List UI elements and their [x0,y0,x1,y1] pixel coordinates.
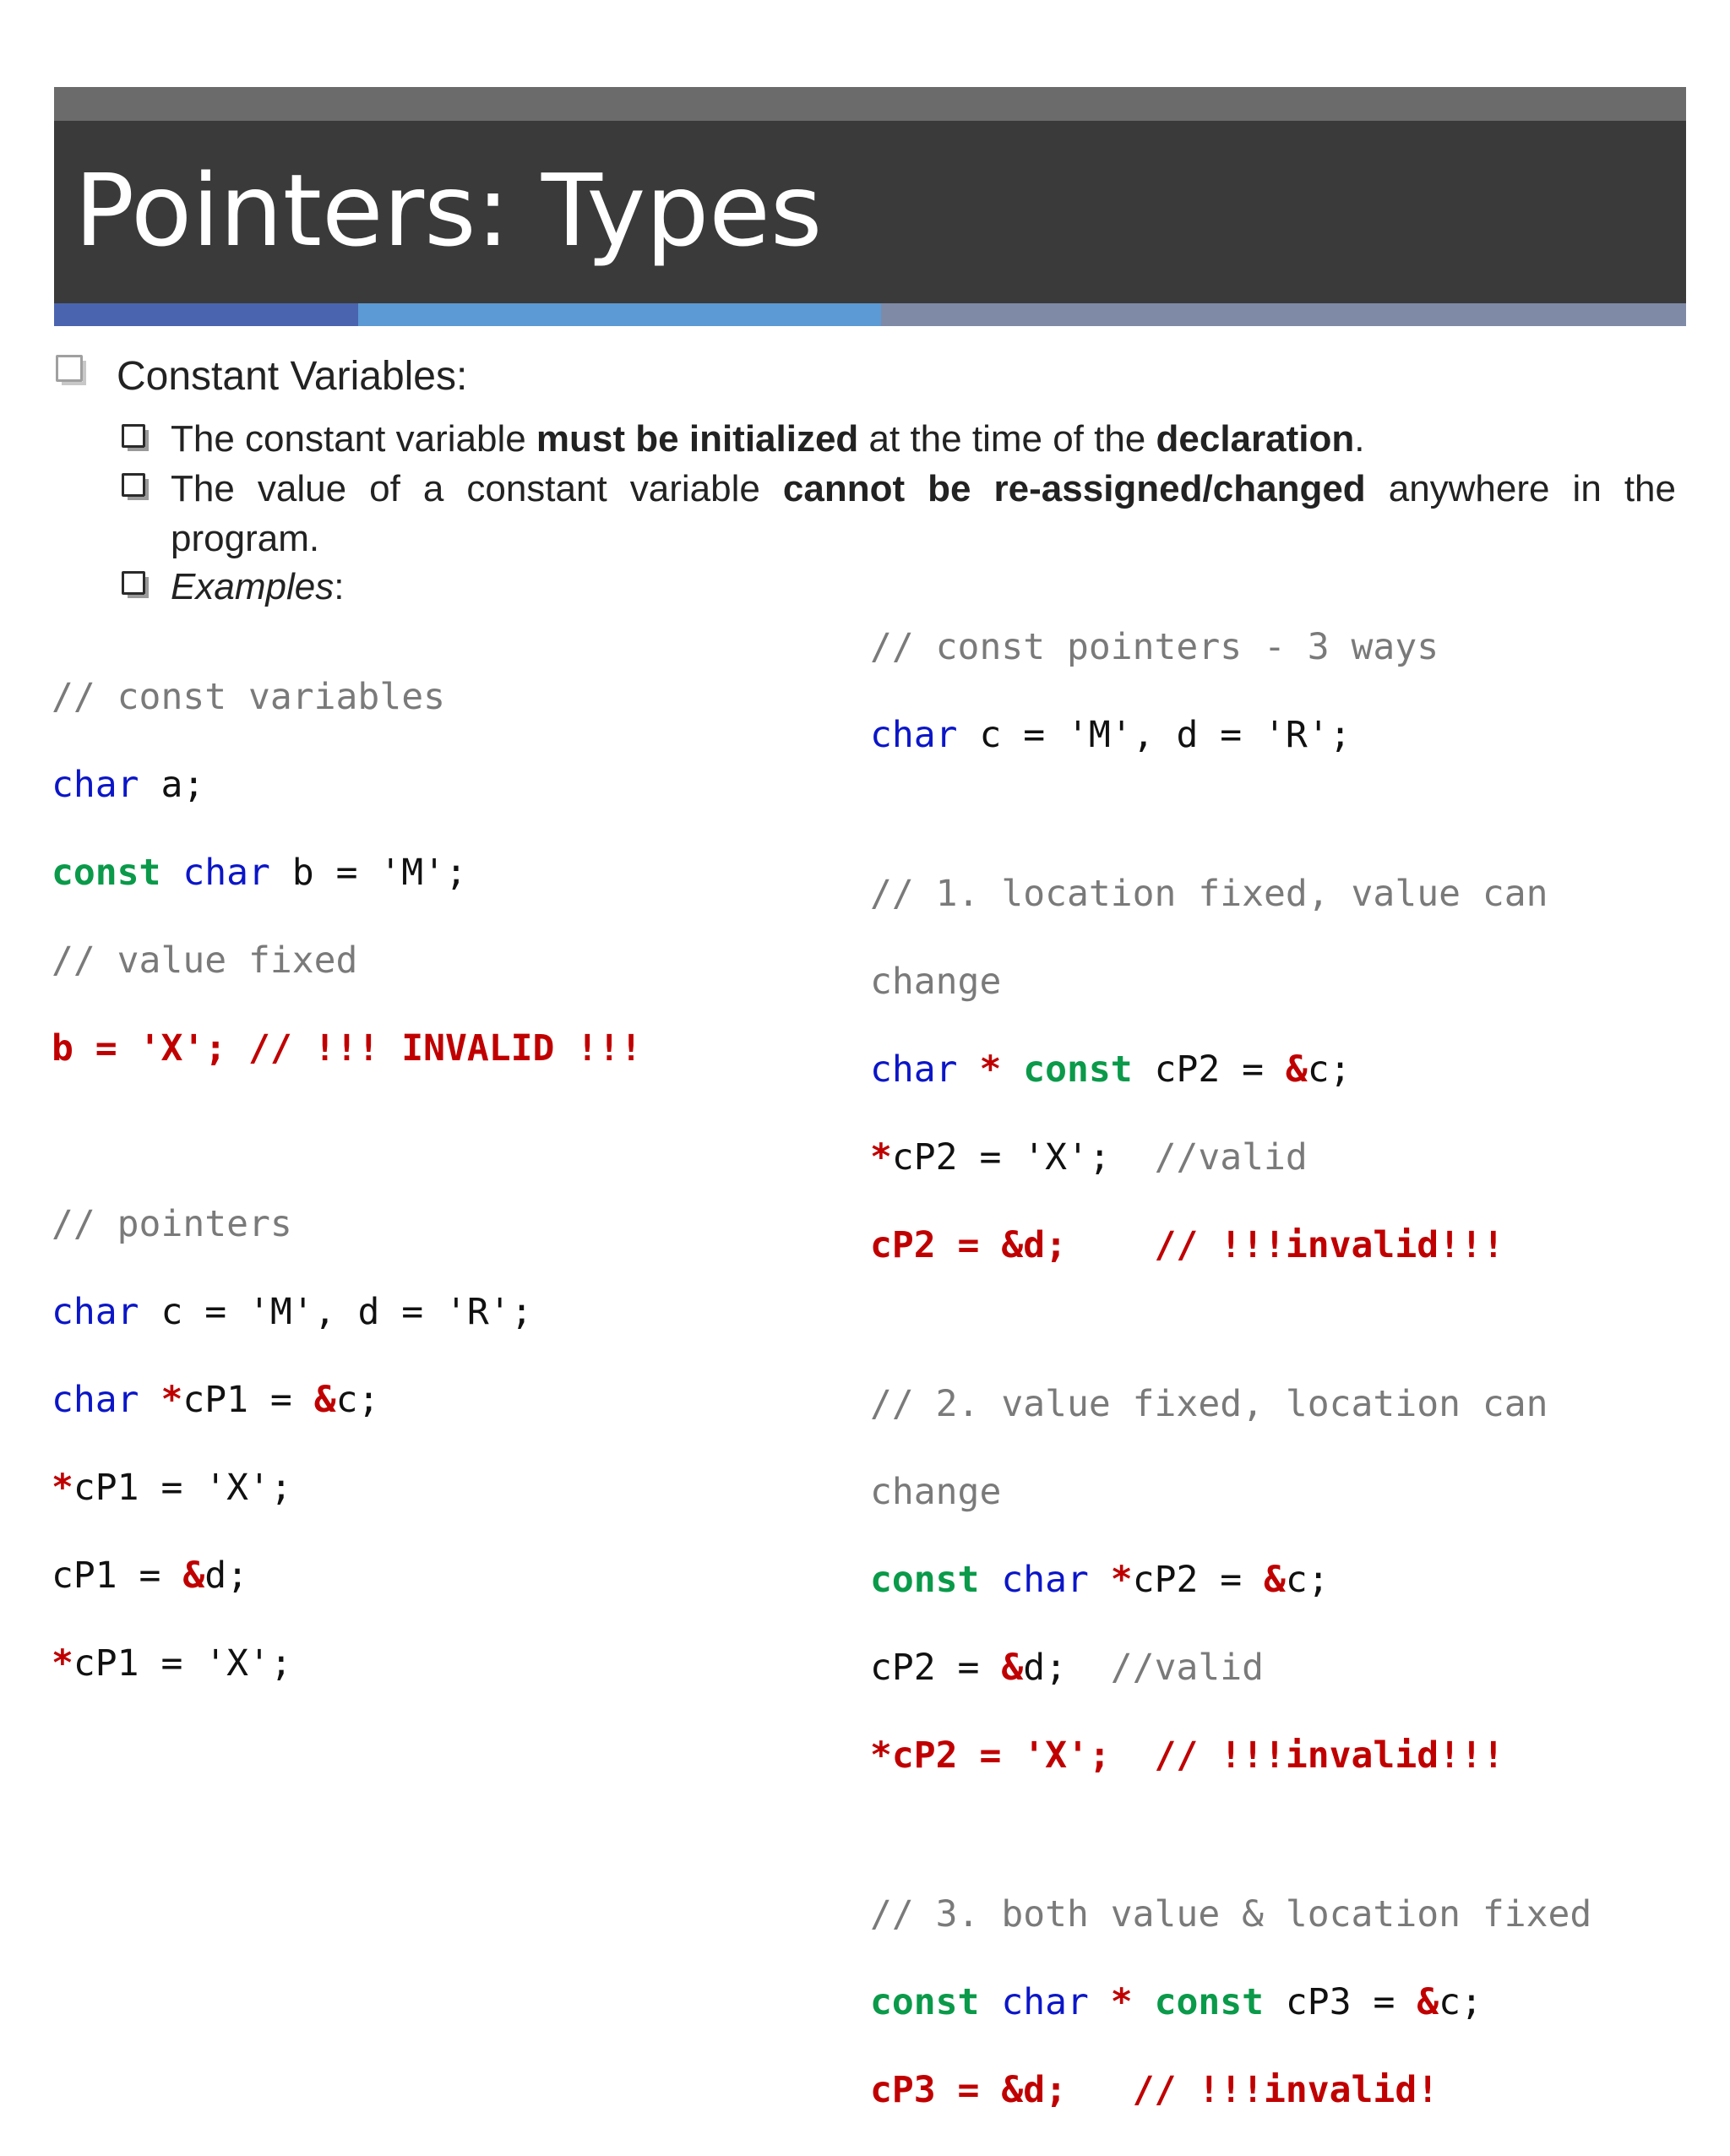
code-line: // 1. location fixed, value can [870,873,1548,915]
code-line: const char *cP2 = &c; [870,1559,1330,1601]
code-line-invalid: cP3 = &d; // !!!invalid! [870,2069,1439,2111]
checkbox-bullet-icon [56,355,86,385]
checkbox-bullet-icon [122,473,149,500]
code-line: const char b = 'M'; [52,852,467,894]
bullet-cannot-change: The value of a constant variable cannot … [171,468,1677,509]
accent-stripe-2 [358,303,881,326]
code-line: cP1 = &d; [52,1554,249,1597]
code-line: // 3. both value & location fixed [870,1893,1592,1936]
code-line: char *cP1 = &c; [52,1379,380,1421]
code-line: // const variables [52,676,445,718]
code-line: change [870,1471,1002,1513]
bullet-cannot-change-line2: program. [171,518,320,559]
code-line: *cP1 = 'X'; [52,1642,292,1685]
accent-stripe-1 [54,303,358,326]
code-line: char c = 'M', d = 'R'; [52,1291,533,1333]
code-line: char * const cP2 = &c; [870,1048,1352,1091]
code-line: char a; [52,764,205,806]
code-line: *cP1 = 'X'; [52,1467,292,1509]
code-line-invalid: cP2 = &d; // !!!invalid!!! [870,1224,1504,1266]
title-top-band [54,87,1686,121]
code-line: // const pointers - 3 ways [870,626,1439,668]
accent-stripe-3 [881,303,1686,326]
bullet-examples: Examples: [171,566,345,607]
code-line: cP2 = &d; //valid [870,1647,1265,1689]
code-line-invalid: *cP2 = 'X'; // !!!invalid!!! [870,1734,1504,1777]
code-line: change [870,961,1002,1003]
slide-title: Pointers: Types [74,152,823,269]
bullet-initialized: The constant variable must be initialize… [171,418,1365,460]
code-line: *cP2 = 'X'; //valid [870,1136,1308,1179]
code-line: const char * const cP3 = &c; [870,1981,1482,2023]
checkbox-bullet-icon [122,424,149,451]
checkbox-bullet-icon [122,571,149,598]
code-line: // 2. value fixed, location can [870,1383,1548,1425]
code-line: // pointers [52,1203,292,1245]
code-line: char c = 'M', d = 'R'; [870,714,1352,756]
right-code-block: // const pointers - 3 ways char c = 'M',… [870,581,1591,2156]
code-line: // value fixed [52,939,358,982]
left-code-block: // const variables char a; const char b … [52,631,642,1729]
bullet-level1-text: Constant Variables: [117,354,468,399]
code-line-invalid: b = 'X'; // !!! INVALID !!! [52,1027,642,1070]
